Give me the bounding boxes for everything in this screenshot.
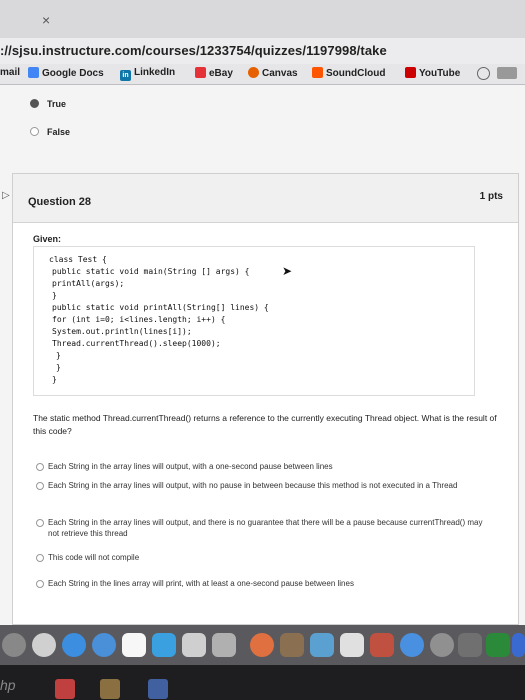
code-line: public static void main(String [] args) … [52, 267, 250, 276]
app-icon[interactable] [310, 633, 334, 657]
bookmark-label: eBay [209, 68, 233, 79]
code-line: } [52, 375, 57, 384]
bookmark-linkedin[interactable]: in LinkedIn [120, 67, 175, 81]
answer-text: This code will not compile [48, 553, 140, 562]
answer-option[interactable]: This code will not compile [36, 552, 488, 563]
code-line: Thread.currentThread().sleep(1000); [52, 339, 221, 348]
answer-option-true[interactable]: True [30, 99, 66, 109]
bookmark-label: YouTube [419, 68, 461, 79]
answer-text: Each String in the array lines will outp… [48, 462, 333, 471]
soundcloud-icon [312, 67, 323, 78]
dock [0, 625, 525, 665]
reflection-icon [55, 679, 75, 699]
answer-text: Each String in the lines array will prin… [48, 579, 354, 588]
radio-icon[interactable] [30, 127, 39, 136]
bookmark-label: Canvas [262, 68, 298, 79]
question-card: Question 28 1 pts Given: class Test { pu… [12, 173, 519, 625]
code-line: } [56, 363, 61, 372]
question-points: 1 pts [479, 191, 503, 202]
itunes-icon[interactable] [122, 633, 146, 657]
answer-text: Each String in the array lines will outp… [48, 481, 458, 490]
extension-icon[interactable] [477, 67, 490, 80]
linkedin-icon: in [120, 70, 131, 81]
word-icon[interactable] [512, 633, 525, 657]
radio-icon[interactable] [36, 580, 44, 588]
bookmark-youtube[interactable]: YouTube [405, 67, 460, 79]
option-label: False [47, 127, 71, 137]
bookmark-label: LinkedIn [134, 67, 176, 78]
bookmark-label: mail [0, 67, 21, 78]
youtube-icon [405, 67, 416, 78]
system-preferences-icon[interactable] [430, 633, 454, 657]
ebay-icon [195, 67, 206, 78]
excel-icon[interactable] [486, 633, 510, 657]
app-store-icon[interactable] [400, 633, 424, 657]
bookmark-label: SoundCloud [326, 68, 386, 79]
answer-option[interactable]: Each String in the array lines will outp… [36, 480, 488, 491]
bookmark-label: Google Docs [42, 68, 104, 79]
url-text[interactable]: ://sjsu.instructure.com/courses/1233754/… [0, 43, 387, 58]
photos-icon[interactable] [250, 633, 274, 657]
finder-icon[interactable] [2, 633, 26, 657]
bookmark-canvas[interactable]: Canvas [248, 67, 298, 79]
question-flag-icon[interactable]: ▷ [2, 190, 10, 201]
reflection-icon [148, 679, 168, 699]
app-icon[interactable] [280, 633, 304, 657]
canvas-icon [248, 67, 259, 78]
chrome-icon[interactable] [32, 633, 56, 657]
code-line: public static void printAll(String[] lin… [52, 303, 269, 312]
answer-option-false[interactable]: False [30, 127, 70, 137]
radio-icon[interactable] [36, 482, 44, 490]
bookmarks-bar: mail Google Docs in LinkedIn eBay Canvas … [0, 64, 525, 85]
mouse-cursor-icon: ➤ [282, 264, 293, 278]
radio-icon[interactable] [36, 519, 44, 527]
radio-icon[interactable] [36, 463, 44, 471]
code-line: for (int i=0; i<lines.length; i++) { [52, 315, 226, 324]
answer-option[interactable]: Each String in the array lines will outp… [36, 461, 488, 472]
hp-logo: hp [0, 677, 16, 693]
answer-option[interactable]: Each String in the lines array will prin… [36, 578, 488, 589]
google-docs-icon [28, 67, 39, 78]
app-icon[interactable] [152, 633, 176, 657]
given-label: Given: [33, 234, 62, 244]
browser-tab-strip: × [0, 0, 525, 38]
radio-icon[interactable] [36, 554, 44, 562]
answer-option[interactable]: Each String in the array lines will outp… [36, 517, 488, 539]
code-line: class Test { [49, 255, 107, 264]
answer-text: Each String in the array lines will outp… [48, 518, 483, 538]
question-prompt: The static method Thread.currentThread()… [33, 413, 497, 436]
bookmark-google-docs[interactable]: Google Docs [28, 67, 104, 79]
bookmark-ebay[interactable]: eBay [195, 67, 233, 79]
app-icon[interactable] [370, 633, 394, 657]
bookmark-soundcloud[interactable]: SoundCloud [312, 67, 385, 79]
option-label: True [47, 99, 67, 109]
safari-icon[interactable] [62, 633, 86, 657]
code-line: printAll(args); [52, 279, 125, 288]
radio-selected-icon[interactable] [30, 99, 39, 108]
app-icon[interactable] [458, 633, 482, 657]
app-icon[interactable] [212, 633, 236, 657]
code-block: class Test { public static void main(Str… [33, 246, 475, 396]
code-line: System.out.println(lines[i]); [52, 327, 192, 336]
question-title: Question 28 [28, 196, 91, 208]
tab-close-button[interactable]: × [42, 12, 50, 28]
extension-icon[interactable] [497, 67, 517, 79]
code-line: } [52, 291, 57, 300]
bookmark-mail[interactable]: mail [0, 67, 20, 78]
laptop-bezel: hp [0, 665, 525, 700]
question-header: Question 28 1 pts [13, 174, 518, 223]
app-store-icon[interactable] [92, 633, 116, 657]
address-bar[interactable]: ://sjsu.instructure.com/courses/1233754/… [0, 38, 525, 65]
app-icon[interactable] [340, 633, 364, 657]
reflection-icon [100, 679, 120, 699]
app-icon[interactable] [182, 633, 206, 657]
code-line: } [56, 351, 61, 360]
